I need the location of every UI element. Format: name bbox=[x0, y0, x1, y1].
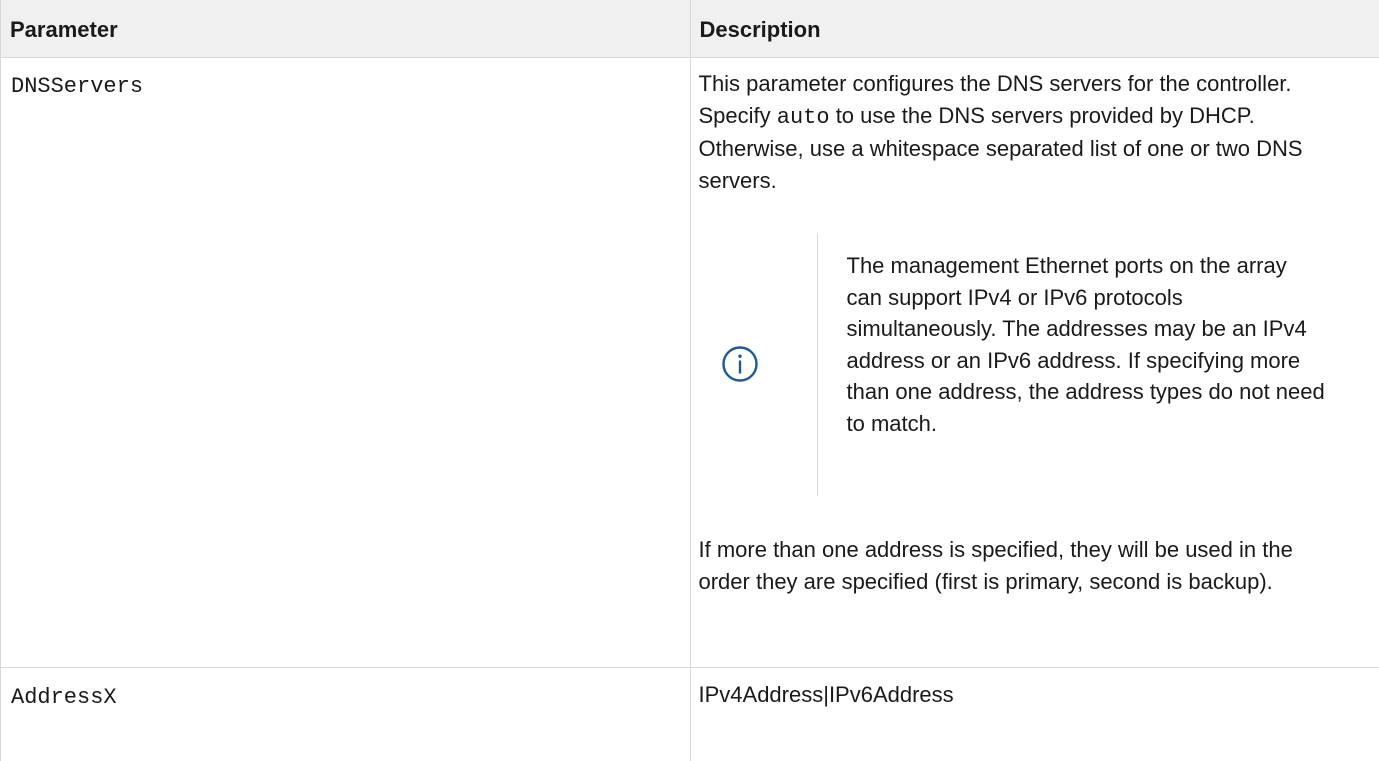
table-row: AddressX IPv4Address|IPv6Address bbox=[1, 668, 1379, 761]
description-cell: IPv4Address|IPv6Address bbox=[691, 668, 1379, 761]
parameter-name: DNSServers bbox=[11, 74, 144, 99]
header-description: Description bbox=[699, 17, 821, 42]
description-text: IPv4Address|IPv6Address bbox=[698, 682, 954, 707]
parameter-name: AddressX bbox=[11, 685, 117, 710]
header-parameter: Parameter bbox=[1, 0, 691, 57]
description-cell: This parameter configures the DNS server… bbox=[691, 58, 1379, 667]
info-icon bbox=[721, 345, 759, 383]
note-text: The management Ethernet ports on the arr… bbox=[846, 253, 1325, 436]
parameter-cell: AddressX bbox=[1, 668, 691, 761]
table-row: DNSServers This parameter configures the… bbox=[1, 58, 1379, 668]
inline-code: auto bbox=[776, 104, 830, 130]
table-header-row: Parameter Description bbox=[1, 0, 1379, 58]
note-admonition: The management Ethernet ports on the arr… bbox=[691, 234, 1379, 496]
description-paragraph: This parameter configures the DNS server… bbox=[699, 68, 1339, 196]
description-paragraph: If more than one address is specified, t… bbox=[698, 537, 1293, 594]
note-divider bbox=[816, 234, 818, 496]
parameter-cell: DNSServers bbox=[1, 58, 691, 667]
parameters-table: Parameter Description DNSServers This pa… bbox=[0, 0, 1379, 761]
